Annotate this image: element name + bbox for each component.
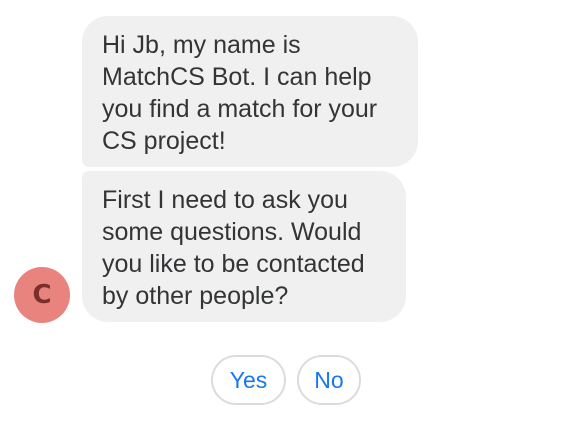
bot-avatar: C	[14, 267, 70, 323]
quick-reply-no-button[interactable]: No	[297, 355, 361, 405]
quick-reply-yes-button[interactable]: Yes	[211, 355, 286, 405]
bot-message-bubble: Hi Jb, my name is MatchCS Bot. I can hel…	[82, 16, 418, 167]
bot-message-bubble: First I need to ask you some questions. …	[82, 171, 406, 322]
